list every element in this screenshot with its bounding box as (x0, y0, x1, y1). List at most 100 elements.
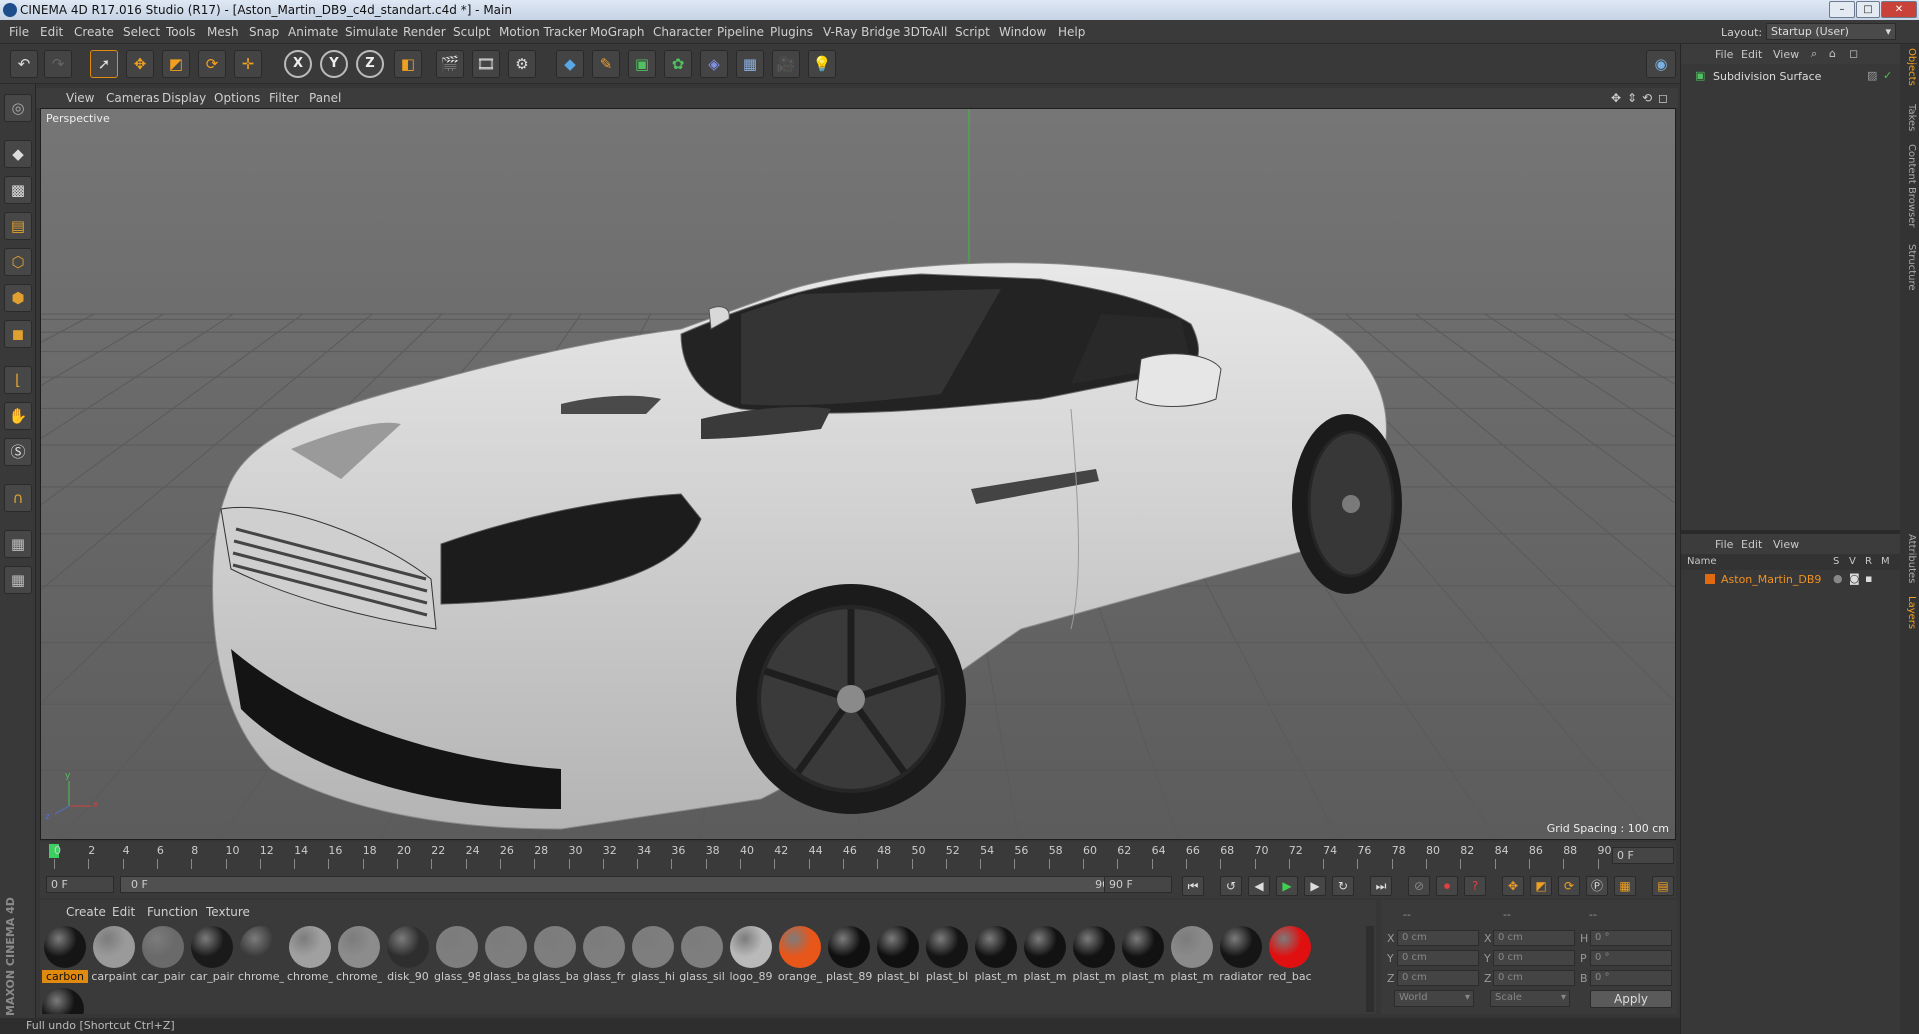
menu-vray-bridge[interactable]: V-Ray Bridge (823, 25, 900, 39)
z-axis-button[interactable]: Z (356, 50, 384, 78)
render-settings-icon[interactable]: ⚙ (508, 50, 536, 78)
material-menu-edit[interactable]: Edit (112, 905, 135, 919)
object-check-icon[interactable]: ✓ (1883, 69, 1892, 82)
object-row[interactable]: ▣ Subdivision Surface ▨ ✓ (1681, 68, 1901, 84)
layer-menu-view[interactable]: View (1773, 538, 1799, 551)
edges-mode-icon[interactable]: ⬢ (4, 284, 32, 312)
menu-help[interactable]: Help (1058, 25, 1085, 39)
coord-mode-dropdown[interactable]: Scale ▾ (1490, 990, 1570, 1007)
viewport-rotate-icon[interactable]: ⟲ (1642, 91, 1652, 105)
menu-pipeline[interactable]: Pipeline (717, 25, 764, 39)
next-key-icon[interactable]: ↻ (1332, 876, 1354, 896)
subdivision-generator-icon[interactable]: ▣ (628, 50, 656, 78)
material-swatch[interactable]: chrome_ (238, 926, 284, 983)
rotate-tool-icon[interactable]: ⟳ (198, 50, 226, 78)
step-forward-icon[interactable]: ▶ (1304, 876, 1326, 896)
viewport-menu-view[interactable]: View (66, 91, 94, 105)
maximize-button[interactable]: □ (1856, 1, 1880, 18)
material-swatch[interactable]: glass_ba (483, 926, 529, 983)
object-menu-file[interactable]: File (1715, 48, 1733, 61)
material-swatch[interactable]: plast_bl (924, 926, 970, 983)
current-frame-field[interactable]: 0 F (1612, 847, 1674, 864)
menu-edit[interactable]: Edit (40, 25, 63, 39)
material-swatch[interactable]: plast_m (1022, 926, 1068, 983)
object-enable-icon[interactable]: ▨ (1867, 69, 1877, 82)
tab-attributes[interactable]: Attributes (1902, 534, 1917, 583)
menu-window[interactable]: Window (999, 25, 1046, 39)
tab-layers[interactable]: Layers (1902, 596, 1917, 629)
key-parameter-icon[interactable]: Ⓟ (1586, 876, 1608, 896)
render-picture-viewer-icon[interactable]: 🎞 (472, 50, 500, 78)
scale-tool-icon[interactable]: ◩ (162, 50, 190, 78)
go-to-end-icon[interactable]: ⏭ (1370, 876, 1392, 896)
render-view-icon[interactable]: 🎬 (436, 50, 464, 78)
search-icon[interactable]: ⌕ (1811, 47, 1817, 61)
viewport-menu-display[interactable]: Display (162, 91, 206, 105)
material-swatch[interactable]: plast_m (973, 926, 1019, 983)
x-axis-button[interactable]: X (284, 50, 312, 78)
key-rotation-icon[interactable]: ⟳ (1558, 876, 1580, 896)
material-swatch[interactable]: logo_89 (728, 926, 774, 983)
material-swatch[interactable]: glass_fr (581, 926, 627, 983)
material-swatch[interactable]: car_pair (140, 926, 186, 983)
tweak-mode-icon[interactable]: ✋ (4, 402, 32, 430)
menu-tools[interactable]: Tools (166, 25, 196, 39)
frame-range-slider[interactable]: 0 F 90 F (120, 876, 1132, 893)
coord-rotation-field[interactable]: 0 ° (1590, 970, 1672, 986)
coord-position-field[interactable]: 0 cm (1397, 970, 1479, 986)
minimize-button[interactable]: – (1829, 1, 1855, 18)
texture-mode-icon[interactable]: ▩ (4, 176, 32, 204)
viewport-menu-options[interactable]: Options (214, 91, 260, 105)
layer-visible-icon[interactable]: ◙ (1849, 572, 1860, 585)
material-swatch[interactable]: plast_89 (826, 926, 872, 983)
coord-position-field[interactable]: 0 cm (1397, 930, 1479, 946)
material-swatch[interactable]: orange_ (777, 926, 823, 983)
tab-structure[interactable]: Structure (1902, 244, 1917, 291)
material-swatch[interactable]: glass_98 (434, 926, 480, 983)
menu-mesh[interactable]: Mesh (207, 25, 239, 39)
material-menu-texture[interactable]: Texture (206, 905, 250, 919)
start-frame-field[interactable]: 0 F (46, 876, 114, 893)
y-axis-button[interactable]: Y (320, 50, 348, 78)
material-swatch[interactable]: red_bac (1267, 926, 1313, 983)
previous-key-icon[interactable]: ↺ (1220, 876, 1242, 896)
viewport-maximize-icon[interactable]: ◻ (1658, 91, 1668, 105)
material-swatch[interactable]: glass_sil (679, 926, 725, 983)
move-tool-icon[interactable]: ✥ (126, 50, 154, 78)
end-frame-field[interactable]: 90 F (1104, 876, 1172, 893)
mograph-cloner-icon[interactable]: ✿ (664, 50, 692, 78)
play-icon[interactable]: ▶ (1276, 876, 1298, 896)
make-editable-icon[interactable]: ◎ (4, 94, 32, 122)
undo-icon[interactable]: ↶ (10, 50, 38, 78)
menu-animate[interactable]: Animate (288, 25, 338, 39)
tab-takes[interactable]: Takes (1902, 104, 1917, 131)
material-menu-create[interactable]: Create (66, 905, 106, 919)
menu-select[interactable]: Select (123, 25, 160, 39)
redo-icon[interactable]: ↷ (44, 50, 72, 78)
workplane-mode-icon[interactable]: ▤ (4, 212, 32, 240)
transform-tool-icon[interactable]: ✛ (234, 50, 262, 78)
timeline-window-icon[interactable]: ▤ (1652, 876, 1674, 896)
menu-create[interactable]: Create (74, 25, 114, 39)
python-icon[interactable]: ◉ (1646, 50, 1676, 78)
light-icon[interactable]: 💡 (808, 50, 836, 78)
object-menu-edit[interactable]: Edit (1741, 48, 1762, 61)
material-swatch[interactable]: chrome_ (287, 926, 333, 983)
tab-content-browser[interactable]: Content Browser (1902, 144, 1917, 227)
step-back-icon[interactable]: ◀ (1248, 876, 1270, 896)
coord-rotation-field[interactable]: 0 ° (1590, 950, 1672, 966)
magnet-icon[interactable]: ∩ (4, 484, 32, 512)
coord-size-field[interactable]: 0 cm (1493, 930, 1575, 946)
layer-row[interactable]: Aston_Martin_DB9 ● ◙ ▪ (1681, 572, 1901, 588)
menu-file[interactable]: File (9, 25, 29, 39)
viewport-menu-panel[interactable]: Panel (309, 91, 341, 105)
material-swatch[interactable]: carbon (42, 926, 88, 983)
object-menu-view[interactable]: View (1773, 48, 1799, 61)
viewport-zoom-icon[interactable]: ⇕ (1627, 91, 1637, 105)
workplane-lock-icon[interactable]: ▦ (4, 530, 32, 558)
deformer-icon[interactable]: ◈ (700, 50, 728, 78)
record-keys-icon[interactable]: ⊘ (1408, 876, 1430, 896)
material-swatch[interactable]: radiator (1218, 926, 1264, 983)
cube-primitive-icon[interactable]: ◆ (556, 50, 584, 78)
axis-mode-icon[interactable]: ⌊ (4, 366, 32, 394)
